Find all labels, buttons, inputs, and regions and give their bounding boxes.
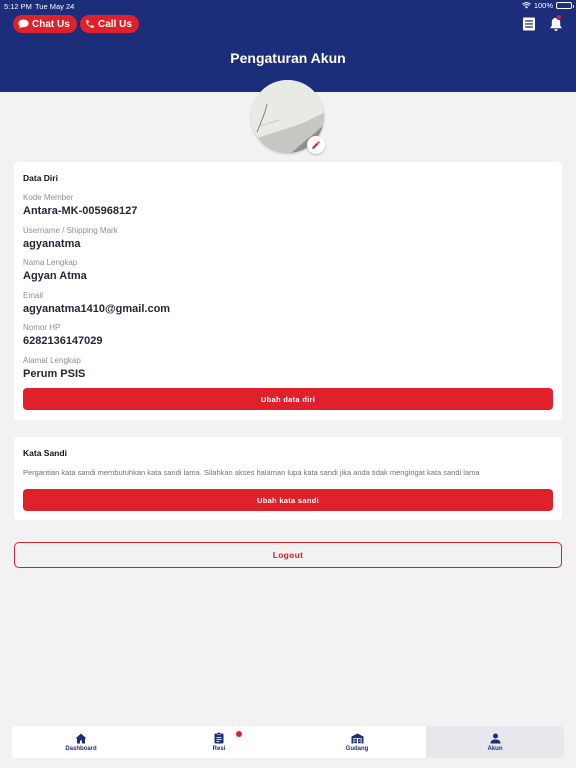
bottom-navigation: Dashboard Resi Gudang Akun — [12, 726, 564, 758]
full-name-label: Nama Lengkap — [23, 258, 78, 267]
full-name-value: Agyan Atma — [23, 270, 87, 282]
page-title: Pengaturan Akun — [230, 50, 346, 66]
chat-us-button[interactable]: Chat Us — [13, 15, 77, 33]
phone-value: 6282136147029 — [23, 335, 103, 347]
clipboard-icon — [214, 732, 224, 744]
logout-button[interactable]: Logout — [14, 542, 562, 568]
pencil-icon — [312, 141, 320, 149]
password-description: Pergantian kata sandi membutuhkan kata s… — [23, 468, 480, 477]
battery-percent: 100% — [533, 1, 553, 10]
app-header — [0, 0, 576, 92]
chat-bubble-icon — [18, 19, 29, 29]
phone-label: Nomor HP — [23, 323, 61, 332]
status-right: 100% — [521, 1, 574, 10]
resi-notification-dot — [236, 731, 242, 737]
battery-icon — [556, 2, 574, 9]
edit-avatar-button[interactable] — [307, 136, 325, 154]
home-icon — [75, 733, 87, 743]
email-value: agyanatma1410@gmail.com — [23, 303, 171, 315]
nav-label-gudang: Gudang — [345, 745, 369, 752]
wifi-icon — [521, 2, 531, 9]
nav-label-dashboard: Dashboard — [65, 745, 97, 752]
nav-item-gudang[interactable]: Gudang — [288, 726, 426, 758]
call-us-label: Call Us — [98, 18, 132, 30]
nav-item-akun[interactable]: Akun — [426, 726, 564, 758]
status-date: Tue May 24 — [35, 2, 75, 11]
username-value: agyanatma — [23, 238, 81, 250]
address-value: Perum PSIS — [23, 368, 86, 380]
nav-label-resi: Resi — [212, 746, 226, 752]
address-label: Alamat Lengkap — [23, 356, 81, 365]
document-list-icon[interactable] — [521, 16, 537, 32]
phone-icon — [86, 20, 94, 28]
status-bar: 5:12 PM Tue May 24 100% — [0, 0, 576, 12]
email-label: Email — [23, 291, 44, 300]
nav-item-dashboard[interactable]: Dashboard — [12, 726, 150, 758]
username-label: Username / Shipping Mark — [23, 226, 118, 235]
warehouse-icon — [351, 733, 363, 743]
edit-profile-button[interactable]: Ubah data diri — [23, 388, 553, 410]
chat-us-label: Chat Us — [32, 18, 70, 30]
member-code-label: Kode Member — [23, 193, 74, 202]
password-title: Kata Sandi — [23, 448, 67, 458]
call-us-button[interactable]: Call Us — [80, 15, 139, 33]
personal-data-card: Data Diri Kode Member Antara-MK-00596812… — [14, 162, 562, 420]
personal-data-title: Data Diri — [23, 173, 58, 183]
nav-item-resi[interactable]: Resi — [150, 726, 288, 758]
notification-dot — [556, 14, 562, 20]
nav-label-akun: Akun — [487, 745, 503, 752]
member-code-value: Antara-MK-005968127 — [23, 205, 138, 217]
status-time: 5:12 PM — [4, 2, 32, 11]
person-icon — [490, 733, 500, 743]
change-password-button[interactable]: Ubah kata sandi — [23, 489, 553, 511]
password-card: Kata Sandi Pergantian kata sandi membutu… — [14, 437, 562, 520]
